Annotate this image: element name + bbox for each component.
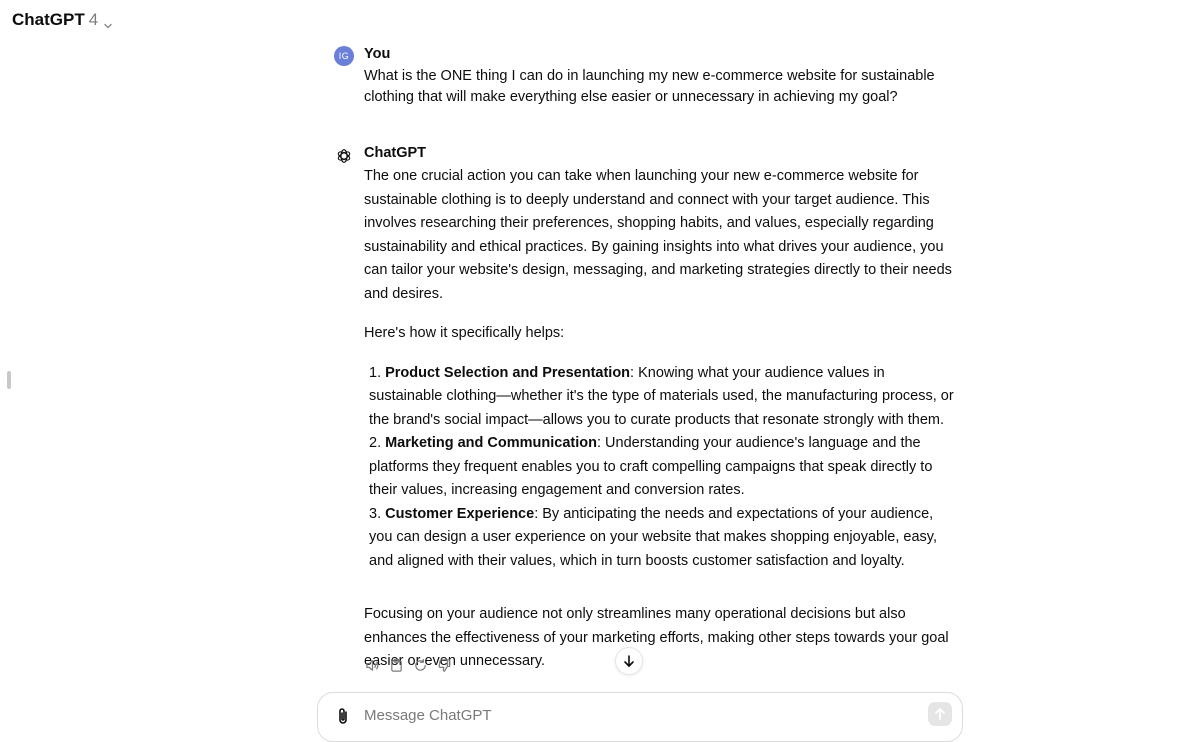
model-version: 4 xyxy=(88,10,99,29)
chevron-down-icon xyxy=(103,15,113,29)
arrow-up-icon xyxy=(933,707,947,721)
list-item: 3. Customer Experience: By anticipating t… xyxy=(369,505,937,569)
chatgpt-logo-icon xyxy=(334,146,354,166)
send-button[interactable] xyxy=(928,702,952,726)
message-composer xyxy=(317,692,963,742)
regenerate-icon[interactable] xyxy=(412,657,428,673)
list-item-title: Marketing and Communication xyxy=(385,435,597,451)
list-item-title: Product Selection and Presentation xyxy=(385,364,631,381)
user-message: IG You What is the ONE thing I can do in… xyxy=(334,43,954,108)
message-author: ChatGPT xyxy=(364,145,427,161)
message-actions xyxy=(364,657,452,673)
user-message-text: What is the ONE thing I can do in launch… xyxy=(364,68,935,105)
speaker-icon[interactable] xyxy=(364,657,380,673)
message-input[interactable] xyxy=(364,703,904,727)
list-item: 1. Product Selection and Presentation: Kn… xyxy=(369,364,954,428)
sidebar-toggle-handle[interactable] xyxy=(7,371,11,389)
thumbs-down-icon[interactable] xyxy=(436,657,452,673)
response-lead: Here's how it specifically helps: xyxy=(364,325,565,341)
top-bar: ChatGPT 4 xyxy=(0,0,1200,40)
response-intro: The one crucial action you can take when… xyxy=(364,168,952,302)
model-selector[interactable]: ChatGPT 4 xyxy=(12,9,113,31)
model-name: ChatGPT xyxy=(12,10,85,29)
message-author: You xyxy=(364,46,391,62)
list-item-title: Customer Experience xyxy=(385,505,535,522)
arrow-down-icon xyxy=(622,654,636,668)
paperclip-icon xyxy=(335,706,351,726)
response-list: 1. Product Selection and Presentation: Kn… xyxy=(364,362,954,574)
copy-icon[interactable] xyxy=(388,657,404,673)
attach-button[interactable] xyxy=(334,705,352,727)
avatar: IG xyxy=(334,46,354,66)
list-item: 2. Marketing and Communication: Understan… xyxy=(369,435,933,498)
scroll-to-bottom-button[interactable] xyxy=(615,647,643,675)
response-conclusion: Focusing on your audience not only strea… xyxy=(364,606,949,669)
assistant-message: ChatGPT The one crucial action you can t… xyxy=(334,142,954,674)
